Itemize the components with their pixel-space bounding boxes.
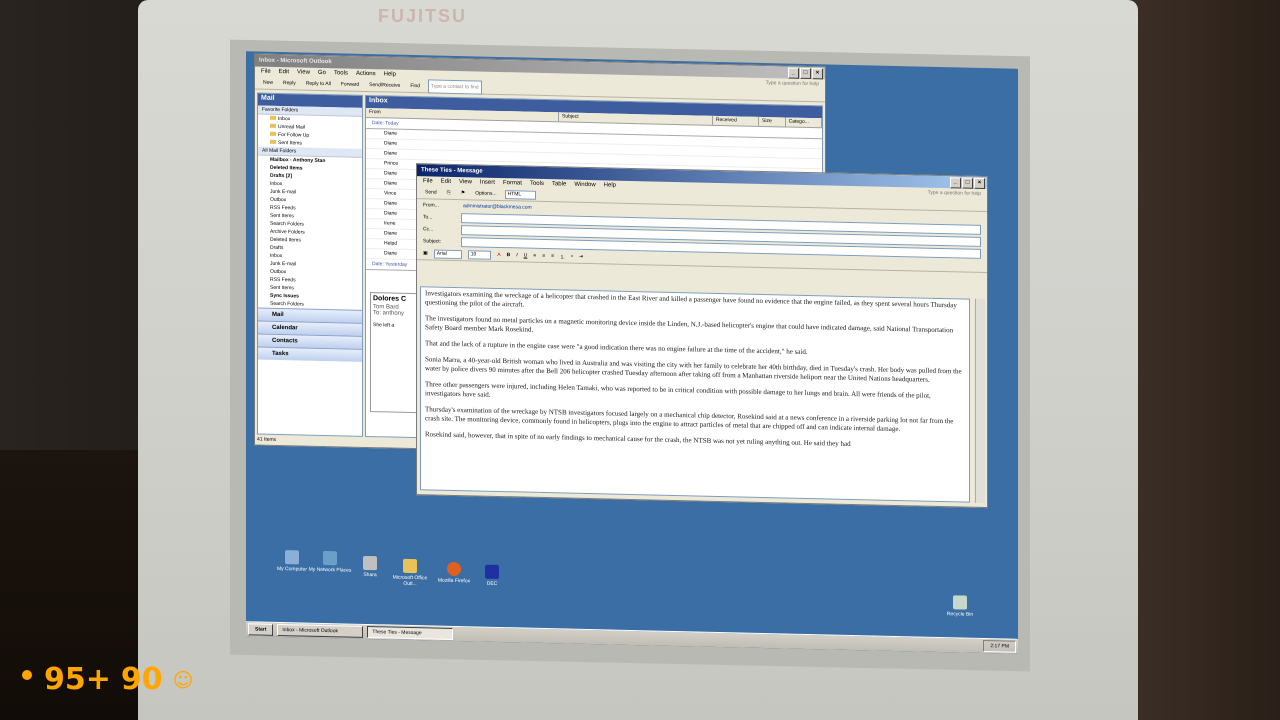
column-received[interactable]: Received: [712, 115, 760, 126]
desktop-icon-recycle-bin[interactable]: Recycle Bin: [936, 595, 984, 618]
help-search-input[interactable]: Type a question for help: [928, 188, 981, 199]
maximize-icon[interactable]: □: [800, 67, 811, 80]
minimize-icon[interactable]: _: [788, 67, 799, 79]
dec-icon: [485, 564, 499, 579]
message-body[interactable]: Investigators examining the wreckage of …: [420, 286, 970, 503]
align-left-icon[interactable]: ≡: [533, 253, 536, 259]
forward-button[interactable]: Forward: [339, 78, 361, 91]
computer-icon: [285, 550, 299, 565]
body-paragraph: Investigators examining the wreckage of …: [425, 289, 957, 310]
person-icon: ☺: [172, 667, 194, 692]
message-window[interactable]: These Ties - Message _ □ × File Edit View …: [416, 163, 988, 509]
network-icon: [323, 550, 337, 566]
close-icon[interactable]: ×: [812, 68, 823, 80]
save-icon[interactable]: ▣: [423, 250, 428, 256]
contact-search-input[interactable]: Type a contact to find: [428, 79, 482, 95]
menu-insert[interactable]: Insert: [480, 178, 495, 188]
to-button[interactable]: To...: [423, 214, 461, 221]
drive-icon: [363, 555, 377, 571]
bold-icon[interactable]: B: [507, 252, 511, 258]
monitor-screen[interactable]: Inbox - Microsoft Outlook _ □ × File Edit …: [246, 51, 1018, 654]
column-categories[interactable]: Catego...: [785, 117, 822, 128]
firefox-icon: [447, 561, 461, 577]
menu-edit[interactable]: Edit: [279, 67, 289, 77]
folder-icon: [270, 131, 276, 136]
folder-icon: [270, 123, 276, 128]
close-icon[interactable]: ×: [974, 177, 985, 190]
cc-button[interactable]: Cc...: [423, 226, 461, 233]
attach-icon[interactable]: ⎘: [445, 187, 453, 199]
menu-table[interactable]: Table: [552, 179, 566, 189]
nav-button-tasks[interactable]: Tasks: [258, 346, 362, 362]
send-receive-button[interactable]: Send/Receive: [367, 79, 402, 92]
game-hud: 95+ 90 ☺: [22, 662, 194, 697]
outlook-title: Inbox - Microsoft Outlook: [259, 57, 332, 66]
font-select[interactable]: Arial: [433, 249, 462, 259]
menu-view[interactable]: View: [297, 67, 310, 77]
menu-help[interactable]: Help: [604, 180, 616, 190]
reply-all-button[interactable]: Reply to All: [304, 78, 333, 91]
column-size[interactable]: Size: [759, 116, 786, 127]
bullet-list-icon[interactable]: •: [571, 254, 573, 260]
taskbar-item-outlook[interactable]: Inbox - Microsoft Outlook: [277, 623, 364, 638]
indent-icon[interactable]: ⇥: [579, 254, 583, 260]
reply-button[interactable]: Reply: [281, 77, 298, 89]
menu-help[interactable]: Help: [384, 69, 396, 79]
body-paragraph: The investigators found no metal particl…: [425, 314, 954, 335]
menu-file[interactable]: File: [423, 176, 433, 186]
body-paragraph: Sonia Marra, a 40-year-old British woman…: [425, 355, 962, 384]
font-color-icon[interactable]: A: [497, 252, 500, 258]
maximize-icon[interactable]: □: [962, 177, 973, 189]
menu-view[interactable]: View: [459, 177, 472, 187]
taskbar-clock[interactable]: 2:17 PM: [983, 639, 1016, 653]
menu-window[interactable]: Window: [574, 180, 595, 190]
numbered-list-icon[interactable]: ⒈: [560, 253, 565, 260]
underline-icon[interactable]: U: [524, 253, 528, 259]
from-button[interactable]: From...: [423, 202, 461, 209]
format-select[interactable]: HTML: [504, 189, 537, 200]
send-button[interactable]: Send: [423, 186, 439, 198]
right-wall: [1120, 0, 1280, 720]
desktop-icon-dec[interactable]: DEC: [468, 564, 516, 587]
menu-go[interactable]: Go: [318, 68, 326, 78]
body-paragraph: Three other passengers were injured, inc…: [425, 380, 931, 400]
menu-tools[interactable]: Tools: [530, 179, 544, 189]
italic-icon[interactable]: I: [516, 252, 517, 258]
desktop-icon-outlook[interactable]: Microsoft Office Outl...: [386, 558, 434, 587]
body-paragraph: Thursday's examination of the wreckage b…: [425, 405, 954, 434]
menu-file[interactable]: File: [261, 67, 271, 77]
armor-value: 90: [120, 662, 163, 697]
taskbar-item-message[interactable]: These Ties - Message: [367, 625, 454, 640]
folder-icon: [270, 139, 276, 144]
new-button[interactable]: New: [261, 77, 275, 89]
health-icon: [22, 670, 32, 680]
align-right-icon[interactable]: ≡: [551, 253, 554, 259]
message-title: These Ties - Message: [421, 167, 483, 175]
menu-format[interactable]: Format: [503, 178, 522, 188]
start-button[interactable]: Start: [248, 623, 274, 636]
menu-actions[interactable]: Actions: [356, 69, 376, 79]
help-search-input[interactable]: Type a question for help: [766, 78, 819, 89]
minimize-icon[interactable]: _: [950, 177, 961, 189]
size-select[interactable]: 10: [467, 249, 492, 260]
recycle-bin-icon: [953, 595, 967, 610]
monitor-brand: FUJITSU: [378, 6, 468, 26]
body-scrollbar[interactable]: [975, 298, 985, 504]
navigation-pane: Mail Favorite Folders Inbox Unread Mail …: [257, 92, 363, 437]
options-button[interactable]: Options...: [473, 187, 498, 200]
health-value: 95+: [44, 662, 111, 697]
align-center-icon[interactable]: ≡: [542, 253, 545, 259]
menu-tools[interactable]: Tools: [334, 68, 348, 78]
find-button[interactable]: Find: [408, 80, 422, 92]
menu-edit[interactable]: Edit: [441, 177, 451, 187]
flag-icon[interactable]: ⚑: [459, 187, 467, 199]
subject-label: Subject:: [423, 238, 442, 245]
status-bar: 41 Items: [257, 436, 277, 443]
outlook-icon: [403, 558, 417, 574]
folder-icon: [270, 115, 276, 120]
